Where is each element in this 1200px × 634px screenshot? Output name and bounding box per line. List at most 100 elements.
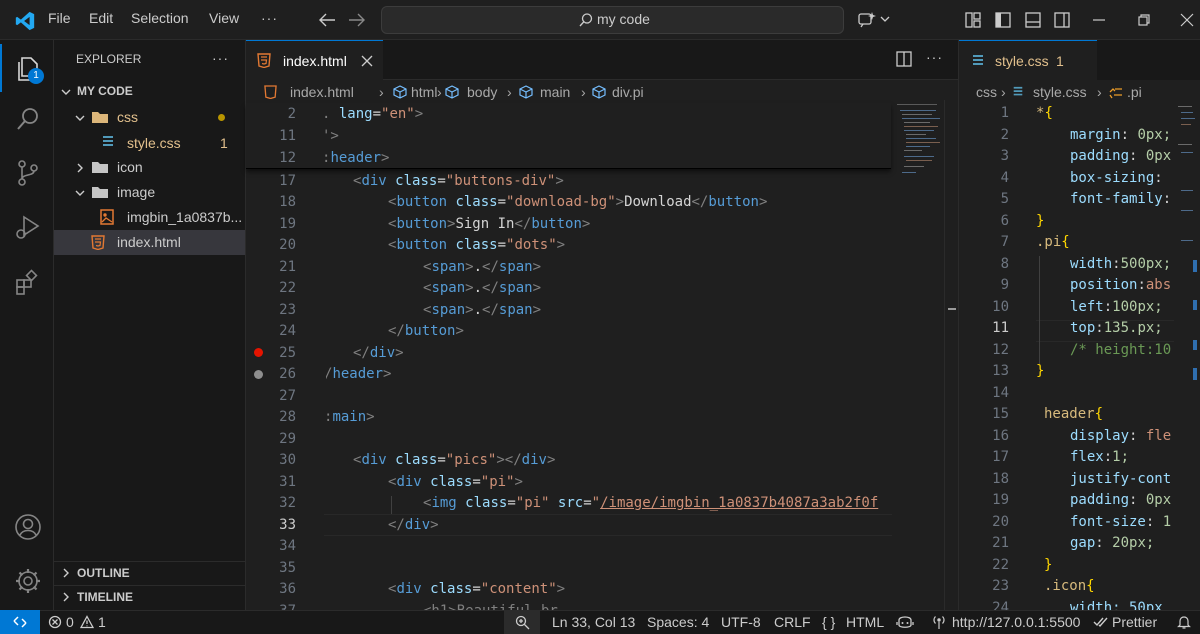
tree-item-image-file[interactable]: imgbin_1a0837b... bbox=[54, 205, 245, 230]
broadcast-icon[interactable] bbox=[932, 614, 946, 630]
breakpoint-dot[interactable] bbox=[254, 348, 263, 357]
explorer-title: EXPLORER bbox=[76, 52, 142, 66]
active-indicator bbox=[0, 44, 2, 92]
live-server-url[interactable]: http://127.0.0.1:5500 bbox=[952, 614, 1080, 630]
language-mode[interactable]: HTML bbox=[846, 614, 884, 630]
menu-edit[interactable]: Edit bbox=[89, 10, 113, 26]
breadcrumb-item[interactable]: style.css bbox=[1033, 84, 1087, 100]
toggle-primary-sidebar-icon[interactable] bbox=[994, 11, 1012, 29]
warning-count[interactable]: 1 bbox=[98, 614, 106, 630]
notifications-bell-icon[interactable] bbox=[1176, 614, 1192, 630]
double-check-icon[interactable] bbox=[1093, 615, 1109, 629]
breadcrumb-item[interactable]: .pi bbox=[1127, 84, 1142, 100]
menu-view[interactable]: View bbox=[209, 10, 239, 26]
chevron-down-icon[interactable] bbox=[880, 15, 890, 23]
menu-file[interactable]: File bbox=[48, 10, 71, 26]
copilot-icon[interactable] bbox=[896, 614, 914, 630]
workspace-section-title[interactable]: MY CODE bbox=[77, 84, 133, 98]
chevron-down-icon bbox=[75, 115, 85, 121]
code-line: <div class="pi"> bbox=[388, 474, 523, 490]
language-braces-icon[interactable]: { } bbox=[822, 614, 835, 630]
element-cube-icon bbox=[592, 85, 606, 99]
extensions-icon[interactable] bbox=[13, 268, 43, 298]
line-number: 34 bbox=[279, 538, 296, 554]
settings-gear-icon[interactable] bbox=[13, 566, 43, 596]
tree-item-label: image bbox=[117, 184, 156, 200]
search-icon[interactable] bbox=[13, 104, 43, 134]
restore-icon[interactable] bbox=[1137, 13, 1151, 27]
tree-item-index-html[interactable]: index.html bbox=[54, 230, 245, 255]
prettier-status[interactable]: Prettier bbox=[1112, 614, 1157, 630]
back-arrow-icon[interactable] bbox=[318, 12, 336, 28]
code-line: <span>.</span> bbox=[423, 259, 542, 275]
tab-label: index.html bbox=[283, 53, 347, 69]
tree-item-image-folder[interactable]: image bbox=[54, 180, 245, 205]
split-editor-icon[interactable] bbox=[895, 50, 913, 68]
breadcrumb-item[interactable]: body bbox=[467, 84, 497, 100]
account-icon[interactable] bbox=[13, 512, 43, 542]
chevron-right-icon[interactable] bbox=[60, 567, 72, 579]
breadcrumb-item[interactable]: html bbox=[411, 84, 437, 100]
folder-open-icon bbox=[92, 187, 108, 198]
vertical-scrollbar[interactable] bbox=[944, 100, 958, 610]
code-line: </button> bbox=[388, 323, 464, 339]
warning-icon[interactable] bbox=[80, 615, 94, 629]
end-of-line[interactable]: CRLF bbox=[774, 614, 811, 630]
search-icon bbox=[579, 13, 593, 27]
sticky-scroll[interactable]: 2 11 12 . lang="en"> '> :header> bbox=[246, 103, 891, 169]
error-icon[interactable] bbox=[48, 615, 62, 629]
line-number-gutter: 1 2 3 4 5 6 7 8 9 10 11 12 13 14 15 16 1… bbox=[992, 105, 1009, 610]
zoom-in-icon bbox=[515, 615, 530, 630]
chevron-down-icon[interactable] bbox=[60, 86, 72, 98]
problem-count-badge: 1 bbox=[1056, 53, 1064, 69]
breadcrumb-item[interactable]: index.html bbox=[290, 84, 354, 100]
css-code-area[interactable]: *{ margin: 0px; padding: 0px box-sizing:… bbox=[1036, 103, 1174, 610]
tab-index-html[interactable]: index.html bbox=[246, 40, 383, 80]
html-file-icon bbox=[264, 85, 277, 99]
explorer-more-button[interactable]: ··· bbox=[212, 50, 229, 66]
toggle-secondary-sidebar-icon[interactable] bbox=[1053, 11, 1071, 29]
breadcrumb-item[interactable]: main bbox=[540, 84, 570, 100]
code-area[interactable]: <div class="buttons-div"> <button class=… bbox=[326, 171, 891, 611]
indentation[interactable]: Spaces: 4 bbox=[647, 614, 709, 630]
tree-item-icon-folder[interactable]: icon bbox=[54, 155, 245, 180]
tree-item-style-css[interactable]: style.css 1 bbox=[54, 130, 245, 155]
source-control-icon[interactable] bbox=[13, 158, 43, 188]
code-line: <div class="pics"></div> bbox=[353, 452, 556, 468]
css-file-icon bbox=[973, 55, 983, 65]
encoding[interactable]: UTF-8 bbox=[721, 614, 761, 630]
line-number: 22 bbox=[279, 280, 296, 296]
toggle-panel-icon[interactable] bbox=[1024, 11, 1042, 29]
tab-style-css[interactable]: style.css 1 bbox=[959, 40, 1097, 80]
timeline-section-title[interactable]: TIMELINE bbox=[77, 590, 133, 604]
zoom-status[interactable] bbox=[504, 611, 540, 634]
divider bbox=[54, 585, 245, 586]
minimap[interactable] bbox=[1175, 100, 1200, 610]
breakpoint-hint-dot[interactable] bbox=[254, 370, 263, 379]
menu-selection[interactable]: Selection bbox=[131, 10, 189, 26]
menu-more[interactable]: ··· bbox=[261, 10, 278, 26]
remote-indicator[interactable] bbox=[0, 610, 40, 634]
close-tab-icon[interactable] bbox=[361, 55, 373, 67]
outline-section-title[interactable]: OUTLINE bbox=[77, 566, 130, 580]
editor-more-actions[interactable]: ··· bbox=[926, 49, 943, 65]
breadcrumb-item[interactable]: css bbox=[976, 84, 997, 100]
tree-item-css-folder[interactable]: css bbox=[54, 105, 245, 130]
line-number: 24 bbox=[279, 323, 296, 339]
cursor-position[interactable]: Ln 33, Col 13 bbox=[552, 614, 635, 630]
search-text: my code bbox=[597, 11, 650, 27]
run-debug-icon[interactable] bbox=[13, 212, 43, 242]
chevron-right-icon[interactable] bbox=[60, 591, 72, 603]
close-window-icon[interactable] bbox=[1180, 13, 1194, 27]
minimize-icon[interactable] bbox=[1092, 13, 1106, 27]
divider bbox=[54, 561, 245, 562]
breadcrumb-item[interactable]: div.pi bbox=[612, 84, 644, 100]
vscode-logo-icon[interactable] bbox=[14, 10, 36, 32]
forward-arrow-icon[interactable] bbox=[348, 12, 366, 28]
minimap[interactable] bbox=[892, 100, 944, 610]
customize-layout-icon[interactable] bbox=[964, 11, 982, 29]
error-count[interactable]: 0 bbox=[66, 614, 74, 630]
line-number: 19 bbox=[279, 216, 296, 232]
css-selector-icon bbox=[1109, 88, 1122, 99]
copilot-sparkle-icon[interactable] bbox=[857, 10, 877, 30]
